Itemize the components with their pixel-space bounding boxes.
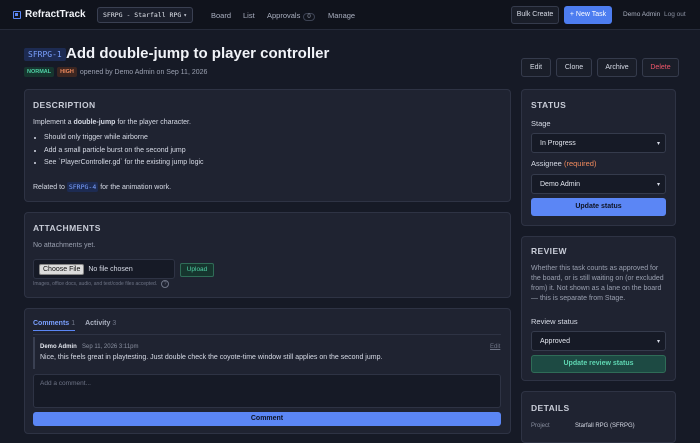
details-heading: DETAILS bbox=[531, 403, 570, 413]
logout-link[interactable]: Log out bbox=[664, 11, 686, 18]
chevron-down-icon: ▾ bbox=[656, 140, 660, 147]
type-tag: NORMAL bbox=[24, 67, 55, 77]
comment-textarea[interactable]: Add a comment... bbox=[33, 374, 501, 408]
page-title: Add double-jump to player controller bbox=[66, 45, 330, 62]
task-meta: NORMAL HIGH opened by Demo Admin on Sep … bbox=[24, 67, 207, 77]
comments-tabs: Comments 1 Activity 3 bbox=[33, 320, 116, 331]
assignee-select-value: Demo Admin bbox=[540, 180, 581, 188]
intro-bold: double-jump bbox=[73, 119, 116, 126]
archive-button[interactable]: Archive bbox=[597, 58, 637, 77]
comment-item bbox=[33, 337, 501, 369]
review-description: Whether this task counts as approved for… bbox=[531, 265, 664, 302]
details-card bbox=[521, 391, 676, 443]
tab-activity[interactable]: Activity 3 bbox=[85, 320, 116, 331]
delete-button[interactable]: Delete bbox=[642, 58, 679, 77]
choose-file-button[interactable]: Choose File bbox=[39, 263, 85, 275]
project-select-value: SFRPG - Starfall RPG bbox=[103, 11, 182, 19]
bulk-create-button[interactable]: Bulk Create bbox=[511, 6, 559, 24]
chevron-down-icon: ▾ bbox=[183, 11, 187, 19]
upload-help-text: Images, office docs, audio, and text/cod… bbox=[33, 281, 158, 287]
review-status-select[interactable]: Approved ▾ bbox=[531, 331, 666, 351]
top-nav: RefractTrack SFRPG - Starfall RPG ▾ Boar… bbox=[0, 0, 700, 30]
comment-body: Nice, this feels great in playtesting. J… bbox=[40, 354, 383, 361]
update-status-button[interactable]: Update status bbox=[531, 198, 666, 216]
app-name: RefractTrack bbox=[25, 9, 86, 20]
stage-label: Stage bbox=[531, 119, 551, 128]
list-item: Should only trigger while airborne bbox=[44, 132, 204, 145]
intro-pre: Implement a bbox=[33, 119, 74, 126]
comments-count: 1 bbox=[71, 320, 76, 327]
opened-by-text: opened by Demo Admin on Sep 11, 2026 bbox=[79, 68, 208, 76]
related-post: for the animation work. bbox=[98, 184, 172, 191]
tabs-divider bbox=[33, 334, 501, 335]
help-icon[interactable]: ? bbox=[161, 280, 170, 288]
comment-edit-link[interactable]: Edit bbox=[490, 344, 500, 350]
review-status-value: Approved bbox=[540, 337, 570, 345]
new-task-button[interactable]: + New Task bbox=[564, 6, 612, 24]
user-name: Demo Admin bbox=[623, 11, 661, 18]
comment-author: Demo Admin bbox=[40, 344, 77, 350]
priority-tag: HIGH bbox=[57, 67, 77, 77]
nav-list[interactable]: List bbox=[243, 11, 255, 20]
tab-comments[interactable]: Comments 1 bbox=[33, 320, 76, 331]
chevron-down-icon: ▾ bbox=[656, 338, 660, 345]
description-list: Should only trigger while airborne Add a… bbox=[44, 132, 204, 170]
file-input[interactable]: Choose File No file chosen bbox=[33, 259, 175, 279]
intro-post: for the player character. bbox=[115, 119, 191, 126]
task-actions: Edit Clone Archive Delete bbox=[521, 58, 679, 77]
activity-count: 3 bbox=[112, 320, 117, 327]
related-pre: Related to bbox=[33, 184, 67, 191]
related-text: Related to SFRPG-4 for the animation wor… bbox=[33, 182, 171, 192]
edit-button[interactable]: Edit bbox=[521, 58, 551, 77]
nav-approvals-label: Approvals bbox=[267, 11, 301, 20]
stage-select-value: In Progress bbox=[540, 139, 576, 147]
description-heading: DESCRIPTION bbox=[33, 100, 96, 110]
tab-comments-label: Comments bbox=[33, 320, 70, 327]
detail-project-value: Starfall RPG (SFRPG) bbox=[575, 423, 635, 429]
approvals-count-badge: 0 bbox=[303, 13, 315, 21]
chevron-down-icon: ▾ bbox=[656, 181, 660, 188]
assignee-label-text: Assignee bbox=[531, 159, 562, 168]
review-heading: REVIEW bbox=[531, 246, 567, 256]
task-key-badge: SFRPG-1 bbox=[24, 48, 66, 61]
no-file-text: No file chosen bbox=[88, 265, 133, 273]
assignee-label: Assignee (required) bbox=[531, 159, 596, 168]
nav-manage[interactable]: Manage bbox=[328, 11, 355, 20]
list-item: See `PlayerController.gd` for the existi… bbox=[44, 157, 204, 170]
clone-button[interactable]: Clone bbox=[556, 58, 592, 77]
project-select[interactable]: SFRPG - Starfall RPG ▾ bbox=[97, 7, 193, 23]
comment-time: Sep 11, 2026 3:11pm bbox=[82, 344, 139, 350]
app-logo[interactable]: RefractTrack bbox=[13, 9, 86, 20]
detail-project-label: Project bbox=[531, 423, 550, 429]
stage-select[interactable]: In Progress ▾ bbox=[531, 133, 666, 153]
description-intro: Implement a double-jump for the player c… bbox=[33, 119, 191, 126]
update-review-button[interactable]: Update review status bbox=[531, 355, 666, 373]
attachments-heading: ATTACHMENTS bbox=[33, 223, 101, 233]
status-heading: STATUS bbox=[531, 100, 567, 110]
list-item: Add a small particle burst on the second… bbox=[44, 145, 204, 158]
comment-submit-button[interactable]: Comment bbox=[33, 412, 501, 426]
review-status-label: Review status bbox=[531, 317, 578, 326]
required-marker: (required) bbox=[563, 159, 597, 168]
upload-help: Images, office docs, audio, and text/cod… bbox=[33, 280, 170, 288]
tab-activity-label: Activity bbox=[85, 320, 111, 327]
assignee-select[interactable]: Demo Admin ▾ bbox=[531, 174, 666, 194]
upload-button[interactable]: Upload bbox=[180, 263, 214, 277]
nav-board[interactable]: Board bbox=[211, 11, 231, 20]
no-attachments-text: No attachments yet. bbox=[33, 242, 96, 249]
related-task-link[interactable]: SFRPG-4 bbox=[66, 182, 99, 192]
logo-icon bbox=[13, 10, 21, 19]
nav-approvals[interactable]: Approvals 0 bbox=[267, 11, 315, 21]
